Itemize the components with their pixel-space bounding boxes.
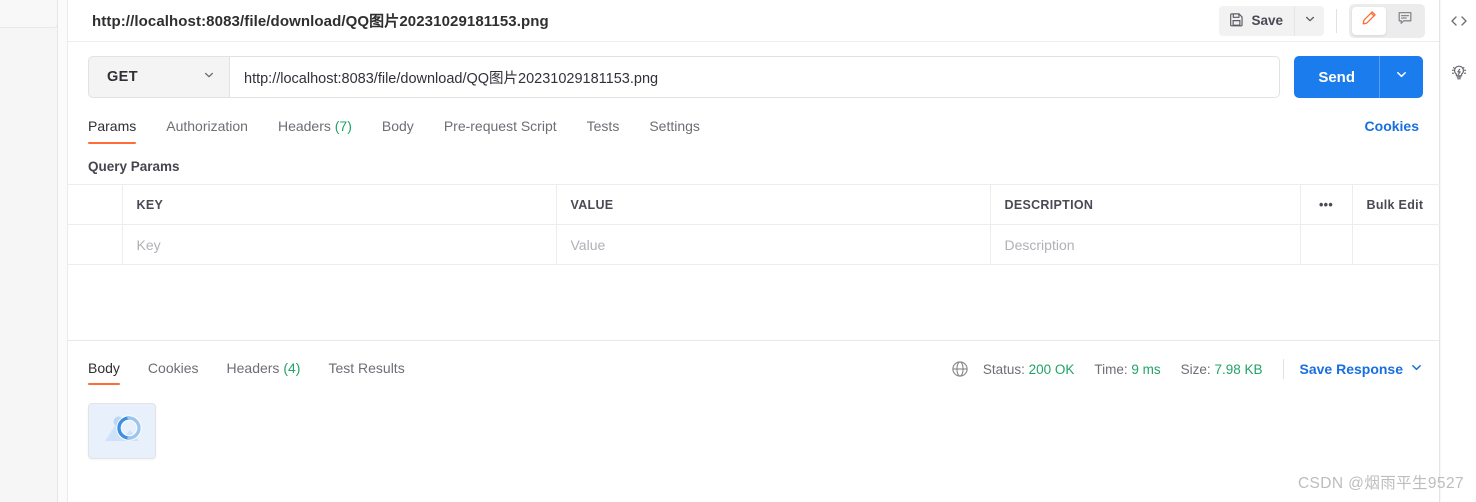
table-row[interactable]: Key Value Description bbox=[68, 224, 1440, 265]
request-response-panel: http://localhost:8083/file/download/QQ图片… bbox=[68, 0, 1440, 502]
response-tab-headers-count: (4) bbox=[283, 360, 301, 376]
row-spacer bbox=[1352, 224, 1440, 265]
request-tabs: Params Authorization Headers (7) Body Pr… bbox=[68, 112, 1439, 150]
header-actions: Save bbox=[1219, 3, 1439, 38]
page-title: http://localhost:8083/file/download/QQ图片… bbox=[92, 13, 549, 30]
sidebar-gutter bbox=[58, 0, 68, 502]
postman-window: http://localhost:8083/file/download/QQ图片… bbox=[0, 0, 1476, 502]
meta-divider bbox=[1282, 359, 1284, 379]
time-label-text: Time: bbox=[1094, 361, 1128, 377]
column-header-key: KEY bbox=[122, 184, 557, 225]
lightbulb-icon bbox=[1449, 63, 1469, 88]
http-method-select[interactable]: GET bbox=[88, 56, 230, 98]
response-tab-body[interactable]: Body bbox=[88, 360, 120, 385]
edit-request-button[interactable] bbox=[1352, 6, 1386, 35]
response-image-preview[interactable] bbox=[88, 403, 156, 459]
response-tab-cookies-label: Cookies bbox=[147, 360, 199, 376]
floppy-disk-icon bbox=[1229, 12, 1244, 30]
tab-headers-count: (7) bbox=[334, 118, 352, 134]
row-key-input[interactable]: Key bbox=[122, 224, 557, 265]
request-header: http://localhost:8083/file/download/QQ图片… bbox=[68, 0, 1439, 42]
row-description-input[interactable]: Description bbox=[990, 224, 1301, 265]
row-value-input[interactable]: Value bbox=[556, 224, 991, 265]
url-input[interactable]: http://localhost:8083/file/download/QQ图片… bbox=[230, 56, 1281, 98]
tab-authorization-label: Authorization bbox=[166, 118, 248, 134]
chevron-down-icon bbox=[203, 68, 215, 86]
code-icon-button[interactable] bbox=[1444, 8, 1474, 38]
view-mode-toggle bbox=[1349, 3, 1425, 38]
http-method-value: GET bbox=[107, 69, 139, 85]
column-header-value: VALUE bbox=[556, 184, 991, 225]
chevron-down-icon bbox=[1304, 12, 1316, 30]
save-group: Save bbox=[1219, 5, 1324, 36]
tab-params[interactable]: Params bbox=[88, 118, 137, 144]
response-tabs: Body Cookies Headers (4) Test Results St… bbox=[68, 341, 1439, 385]
send-group: Send bbox=[1294, 56, 1423, 98]
left-sidebar-strip bbox=[0, 0, 58, 502]
time-label: Time: 9 ms bbox=[1094, 362, 1160, 377]
tab-headers[interactable]: Headers (7) bbox=[278, 118, 352, 144]
save-label: Save bbox=[1251, 13, 1283, 28]
chevron-down-icon bbox=[1395, 68, 1408, 86]
tab-authorization[interactable]: Authorization bbox=[166, 118, 248, 144]
code-icon bbox=[1449, 11, 1469, 36]
row-options[interactable] bbox=[1300, 224, 1353, 265]
table-options-icon[interactable]: ••• bbox=[1300, 184, 1353, 225]
tab-body[interactable]: Body bbox=[382, 118, 414, 144]
params-empty-area bbox=[68, 265, 1439, 341]
select-all-column[interactable] bbox=[68, 184, 123, 225]
url-bar: GET http://localhost:8083/file/download/… bbox=[68, 42, 1439, 112]
save-response-button[interactable]: Save Response bbox=[1300, 361, 1424, 377]
query-params-title: Query Params bbox=[88, 159, 180, 174]
image-placeholder-icon bbox=[99, 410, 145, 453]
table-header-row: KEY VALUE DESCRIPTION ••• Bulk Edit bbox=[68, 184, 1440, 225]
globe-icon bbox=[951, 360, 969, 378]
save-options-button[interactable] bbox=[1294, 5, 1324, 36]
tab-headers-label: Headers bbox=[277, 118, 331, 134]
tab-pre-request-script-label: Pre-request Script bbox=[443, 118, 557, 134]
save-button[interactable]: Save bbox=[1219, 6, 1294, 36]
tab-params-label: Params bbox=[88, 118, 137, 134]
response-tab-test-results-label: Test Results bbox=[328, 360, 405, 376]
save-response-label: Save Response bbox=[1299, 361, 1404, 377]
lightbulb-icon-button[interactable] bbox=[1444, 60, 1474, 90]
status-label-text: Status: bbox=[982, 361, 1025, 377]
tab-pre-request-script[interactable]: Pre-request Script bbox=[444, 118, 557, 144]
header-divider bbox=[1336, 8, 1337, 33]
response-tab-headers-label: Headers bbox=[226, 360, 280, 376]
comment-button[interactable] bbox=[1388, 7, 1422, 35]
chevron-down-icon bbox=[1410, 361, 1423, 377]
time-value: 9 ms bbox=[1131, 361, 1161, 377]
sidebar-card bbox=[0, 0, 58, 28]
response-meta: Status: 200 OK Time: 9 ms Size: 7.98 KB … bbox=[951, 359, 1423, 385]
bulk-edit-button[interactable]: Bulk Edit bbox=[1352, 184, 1440, 225]
pencil-icon bbox=[1361, 10, 1377, 31]
response-tab-body-label: Body bbox=[88, 360, 120, 376]
tab-body-label: Body bbox=[381, 118, 414, 134]
tab-settings[interactable]: Settings bbox=[649, 118, 700, 144]
response-tab-test-results[interactable]: Test Results bbox=[328, 360, 404, 385]
status-label: Status: 200 OK bbox=[983, 362, 1075, 377]
size-label-text: Size: bbox=[1180, 361, 1211, 377]
tab-settings-label: Settings bbox=[649, 118, 700, 134]
tab-tests[interactable]: Tests bbox=[587, 118, 620, 144]
right-rail bbox=[1441, 0, 1476, 502]
status-value: 200 OK bbox=[1028, 361, 1075, 377]
send-button[interactable]: Send bbox=[1294, 56, 1379, 98]
response-tab-headers[interactable]: Headers (4) bbox=[227, 360, 301, 385]
size-value: 7.98 KB bbox=[1214, 361, 1263, 377]
response-body bbox=[68, 385, 1439, 459]
comment-icon bbox=[1397, 10, 1413, 31]
row-checkbox[interactable] bbox=[68, 224, 123, 265]
cookies-link[interactable]: Cookies bbox=[1365, 118, 1419, 144]
query-params-table: KEY VALUE DESCRIPTION ••• Bulk Edit Key … bbox=[68, 184, 1440, 265]
tab-tests-label: Tests bbox=[586, 118, 620, 134]
send-options-button[interactable] bbox=[1379, 56, 1423, 98]
size-label: Size: 7.98 KB bbox=[1181, 362, 1263, 377]
response-tab-cookies[interactable]: Cookies bbox=[148, 360, 199, 385]
column-header-description: DESCRIPTION bbox=[990, 184, 1301, 225]
